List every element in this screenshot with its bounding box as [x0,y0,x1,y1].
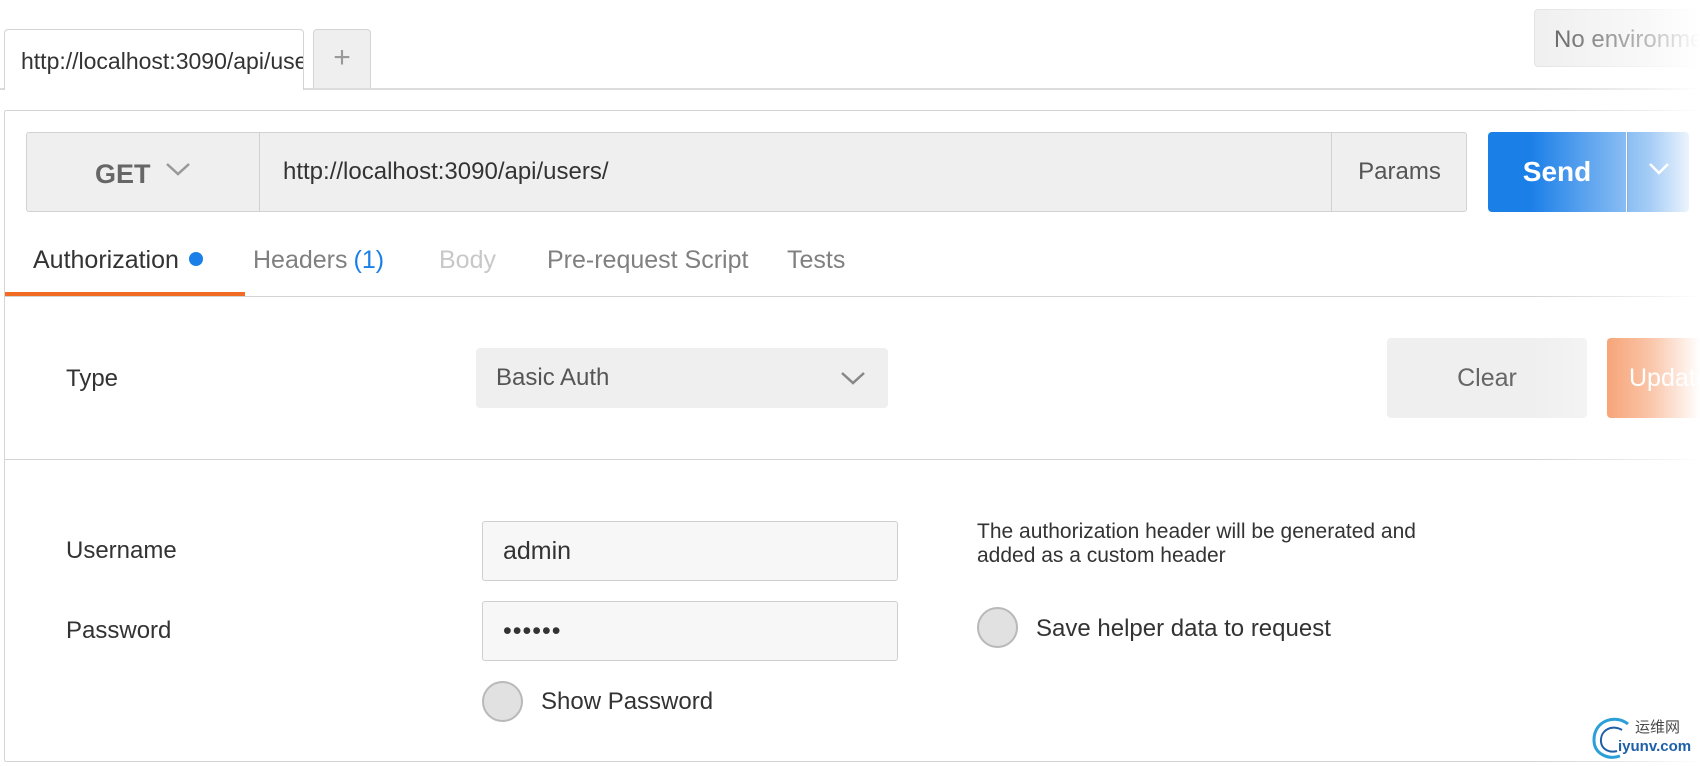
tab-authorization[interactable]: Authorization [33,246,203,275]
environment-select-label: No environment [1554,26,1700,53]
method-label: GET [95,159,151,189]
tab-headers[interactable]: Headers (1) [253,246,384,275]
params-button-label: Params [1358,158,1441,185]
auth-type-label: Type [66,365,119,392]
tab-pre-request-script[interactable]: Pre-request Script [547,246,748,275]
chevron-down-icon [1649,163,1669,175]
url-bar: GET Params [26,132,1467,212]
tab-body-label: Body [439,246,496,274]
environment-select[interactable]: No environment [1534,9,1700,67]
save-helper-data-checkbox[interactable] [977,607,1018,648]
username-label: Username [66,537,177,564]
plus-icon: + [333,41,351,74]
clear-button-label: Clear [1457,364,1517,392]
username-field[interactable] [482,521,898,581]
password-label: Password [66,617,172,644]
add-tab-button[interactable]: + [313,29,371,88]
auth-section-divider [5,459,1700,460]
watermark-logo: 运维网 iyunv.com [1590,716,1700,764]
helper-note: The authorization header will be generat… [977,520,1416,567]
clear-button[interactable]: Clear [1387,338,1587,418]
update-request-button[interactable]: Update request [1607,338,1700,418]
update-request-button-label: Update request [1629,364,1700,392]
request-tab-bar: http://localhost:3090/api/users/ + No en… [0,0,1700,90]
auth-type-select[interactable]: Basic Auth [476,348,888,408]
watermark-cn: 运维网 [1635,719,1681,736]
request-subtabs: Authorization Headers (1) Body Pre-reques… [5,240,1700,297]
tab-tests[interactable]: Tests [787,246,845,275]
method-select[interactable]: GET [27,133,260,211]
send-options-button[interactable] [1627,132,1689,212]
modified-dot-icon [188,252,203,266]
show-password-label: Show Password [541,688,714,715]
tab-pre-request-script-label: Pre-request Script [547,246,749,274]
request-tab[interactable]: http://localhost:3090/api/users/ [4,29,304,90]
url-input[interactable] [261,133,1331,211]
subtabs-divider [5,296,1700,297]
request-tab-label: http://localhost:3090/api/users/ [21,48,304,74]
auth-type-value: Basic Auth [496,364,610,391]
tab-headers-label: Headers [253,246,348,274]
tab-tests-label: Tests [787,246,846,274]
password-field[interactable] [482,601,898,661]
params-button[interactable]: Params [1331,133,1467,211]
watermark-en: iyunv.com [1618,738,1692,755]
chevron-down-icon [841,372,865,385]
tab-body[interactable]: Body [439,246,496,275]
chevron-down-icon [166,163,190,176]
tab-authorization-label: Authorization [33,246,179,274]
send-button-label: Send [1522,156,1592,187]
show-password-checkbox[interactable] [482,681,523,722]
headers-count-badge: (1) [353,246,385,274]
save-helper-data-label: Save helper data to request [1036,615,1331,642]
send-button[interactable]: Send [1488,132,1626,212]
